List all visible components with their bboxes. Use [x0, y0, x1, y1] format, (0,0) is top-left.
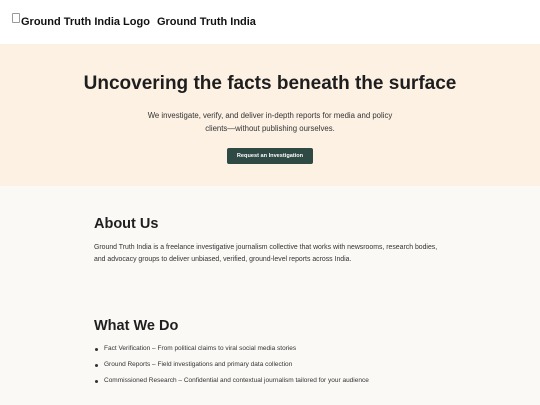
bullet-icon	[95, 363, 98, 367]
about-body: Ground Truth India is a freelance invest…	[94, 244, 438, 263]
bullet-icon	[95, 347, 98, 351]
service-item-label: Commissioned Research – Confidential and…	[104, 377, 369, 384]
logo-alt-text: Ground Truth India Logo	[21, 16, 150, 28]
services-list: Fact Verification – From political claim…	[94, 345, 446, 385]
list-item: Commissioned Research – Confidential and…	[95, 377, 446, 385]
about-section: About Us Ground Truth India is a freelan…	[0, 186, 540, 265]
request-investigation-button[interactable]: Request an Investigation	[226, 148, 314, 164]
hero-title: Uncovering the facts beneath the surface	[83, 73, 457, 94]
hero-section: Uncovering the facts beneath the surface…	[0, 44, 540, 186]
site-name: Ground Truth India	[156, 16, 256, 28]
service-item-label: Fact Verification – From political claim…	[104, 345, 297, 352]
broken-image-icon	[12, 13, 20, 23]
list-item: Fact Verification – From political claim…	[95, 345, 446, 353]
service-item-label: Ground Reports – Field investigations an…	[104, 361, 293, 368]
services-heading: What We Do	[94, 318, 179, 334]
hero-subtitle: We investigate, verify, and deliver in-d…	[147, 111, 393, 133]
site-logo[interactable]: Ground Truth India Logo	[12, 13, 150, 28]
list-item: Ground Reports – Field investigations an…	[95, 361, 446, 369]
services-section: What We Do Fact Verification – From poli…	[0, 265, 540, 385]
about-heading: About Us	[94, 216, 159, 232]
site-header: Ground Truth India Logo Ground Truth Ind…	[0, 0, 540, 44]
bullet-icon	[95, 379, 98, 383]
